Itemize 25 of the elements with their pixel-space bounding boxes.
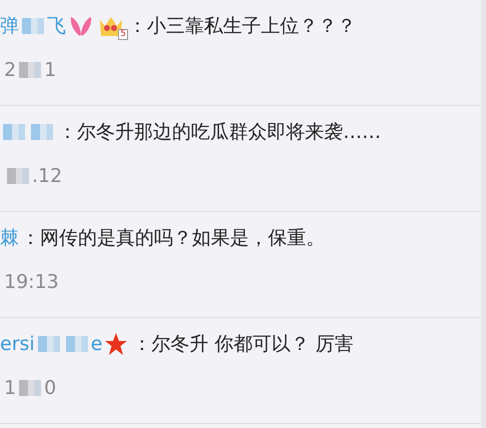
username[interactable]: 弹 bbox=[0, 13, 19, 39]
comment-time: 1 bbox=[4, 377, 16, 399]
comment-text: ：网传的是真的吗？如果是，保重。 bbox=[21, 226, 325, 251]
blurred-username bbox=[22, 18, 44, 34]
blurred-time bbox=[19, 62, 42, 78]
username[interactable]: 棘 bbox=[0, 225, 19, 251]
username[interactable]: 飞 bbox=[47, 13, 66, 39]
blurred-username bbox=[3, 124, 25, 140]
comment-time: 2 bbox=[4, 59, 16, 81]
bunny-ears-icon bbox=[68, 14, 94, 38]
comment-text: ：尔冬升那边的吃瓜群众即将来袭…… bbox=[58, 120, 381, 145]
comment-time: 1 bbox=[44, 59, 56, 81]
blurred-username bbox=[38, 336, 60, 352]
blurred-time bbox=[19, 380, 42, 396]
username[interactable]: ersi bbox=[0, 333, 35, 355]
blurred-time bbox=[7, 168, 29, 184]
comment-time: 19:13 bbox=[4, 271, 59, 293]
comment-text: ：尔冬升 你都可以？ 厉害 bbox=[132, 332, 354, 357]
comment-time: .12 bbox=[32, 165, 62, 187]
comment-time: 0 bbox=[44, 377, 56, 399]
blurred-username bbox=[66, 336, 88, 352]
username[interactable]: e bbox=[90, 333, 102, 355]
star-icon bbox=[104, 332, 128, 356]
comment-text: ：小三靠私生子上位？？？ bbox=[128, 14, 356, 39]
blurred-username bbox=[31, 124, 53, 140]
